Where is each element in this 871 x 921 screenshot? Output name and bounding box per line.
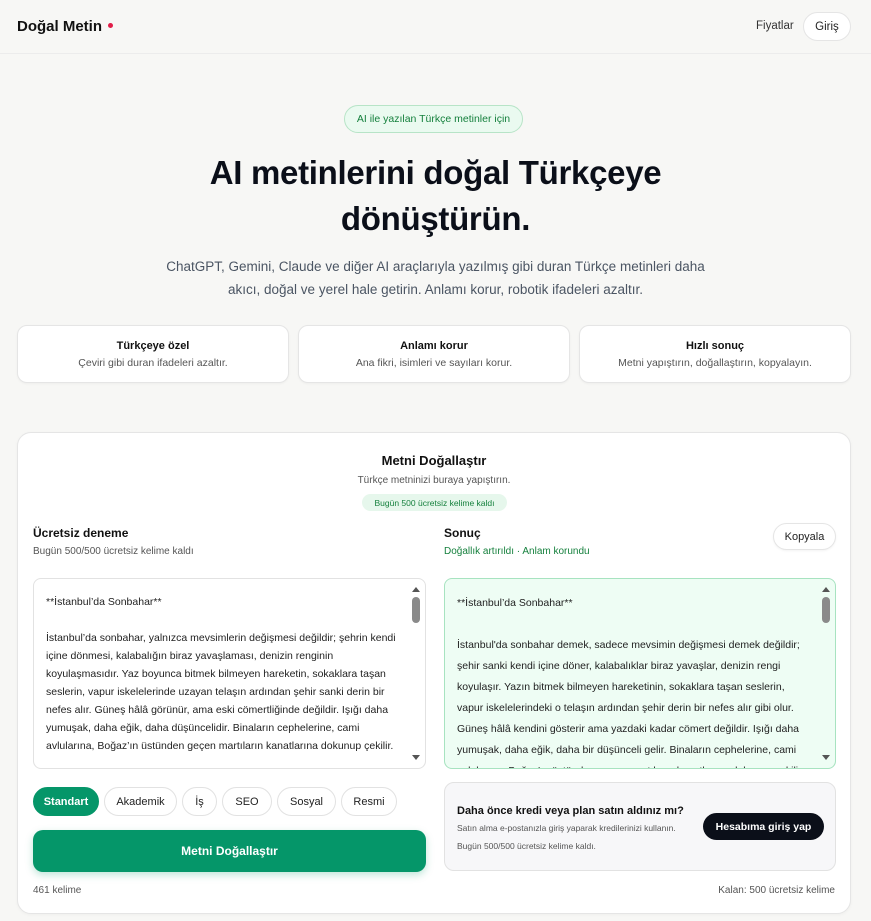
quota-badge: Bugün 500 ücretsiz kelime kaldı <box>362 494 507 511</box>
input-text: **İstanbul’da Sonbahar** İstanbul’da son… <box>46 596 396 752</box>
credit-quota: Bugün 500/500 ücretsiz kelime kaldı. <box>457 841 596 851</box>
feature-description: Metni yapıştırın, doğallaştırın, kopyala… <box>618 357 812 369</box>
naturalize-submit-button[interactable]: Metni Doğallaştır <box>33 830 426 872</box>
top-navigation-bar: Doğal Metin Fiyatlar Giriş <box>0 0 871 54</box>
naturalize-tool-panel: Metni Doğallaştır Türkçe metninizi buray… <box>17 432 851 914</box>
feature-card-speed: Hızlı sonuç Metni yapıştırın, doğallaştı… <box>579 325 851 383</box>
mode-akademik[interactable]: Akademik <box>104 787 177 816</box>
word-count: 461 kelime <box>33 885 82 896</box>
tool-title: Metni Doğallaştır <box>381 453 487 468</box>
credit-title: Daha önce kredi veya plan satın aldınız … <box>457 805 684 817</box>
feature-title: Hızlı sonuç <box>685 340 745 352</box>
result-text: **İstanbul’da Sonbahar** İstanbul'da son… <box>457 597 804 768</box>
scroll-down-icon[interactable] <box>412 755 420 760</box>
mode-resmi[interactable]: Resmi <box>341 787 397 816</box>
remaining-words: Kalan: 500 ücretsiz kelime <box>718 885 835 896</box>
feature-card-turkish: Türkçeye özel Çeviri gibi duran ifadeler… <box>17 325 289 383</box>
feature-title: Türkçeye özel <box>116 340 190 352</box>
input-heading: Ücretsiz deneme <box>33 526 129 540</box>
input-scrollbar[interactable] <box>410 583 422 764</box>
feature-description: Çeviri gibi duran ifadeleri azaltır. <box>78 357 228 369</box>
result-textarea[interactable]: **İstanbul’da Sonbahar** İstanbul'da son… <box>444 578 836 769</box>
result-scrollbar[interactable] <box>820 583 832 764</box>
copy-button[interactable]: Kopyala <box>773 523 836 550</box>
mode-is[interactable]: İş <box>182 787 217 816</box>
pricing-link[interactable]: Fiyatlar <box>756 20 794 32</box>
scroll-down-icon[interactable] <box>822 755 830 760</box>
feature-title: Anlamı korur <box>400 340 468 352</box>
result-heading: Sonuç <box>444 526 481 540</box>
feature-card-meaning: Anlamı korur Ana fikri, isimleri ve sayı… <box>298 325 570 383</box>
brand-name: Doğal Metin <box>17 18 102 35</box>
input-quota-text: Bugün 500/500 ücretsiz kelime kaldı <box>33 546 194 557</box>
scroll-up-icon[interactable] <box>822 587 830 592</box>
login-button[interactable]: Giriş <box>803 12 851 41</box>
scroll-thumb[interactable] <box>412 597 420 623</box>
input-textarea[interactable]: **İstanbul’da Sonbahar** İstanbul’da son… <box>33 578 426 769</box>
credit-login-box: Daha önce kredi veya plan satın aldınız … <box>444 782 836 871</box>
mode-seo[interactable]: SEO <box>222 787 272 816</box>
account-login-button[interactable]: Hesabıma giriş yap <box>703 813 824 840</box>
tool-subtitle: Türkçe metninizi buraya yapıştırın. <box>357 475 511 486</box>
mode-sosyal[interactable]: Sosyal <box>277 787 336 816</box>
mode-standart[interactable]: Standart <box>33 787 99 816</box>
hero-badge: AI ile yazılan Türkçe metinler için <box>344 105 523 133</box>
scroll-thumb[interactable] <box>822 597 830 623</box>
brand-logo[interactable]: Doğal Metin <box>17 18 113 35</box>
hero-subtitle: ChatGPT, Gemini, Claude ve diğer AI araç… <box>166 259 705 297</box>
hero-title: AI metinlerini doğal Türkçeye dönüştürün… <box>209 154 662 237</box>
result-status: Doğallık artırıldı · Anlam korundu <box>444 546 590 557</box>
scroll-up-icon[interactable] <box>412 587 420 592</box>
brand-dot-icon <box>108 22 113 28</box>
credit-description: Satın alma e-postanızla giriş yaparak kr… <box>457 823 676 833</box>
feature-description: Ana fikri, isimleri ve sayıları korur. <box>355 357 513 369</box>
